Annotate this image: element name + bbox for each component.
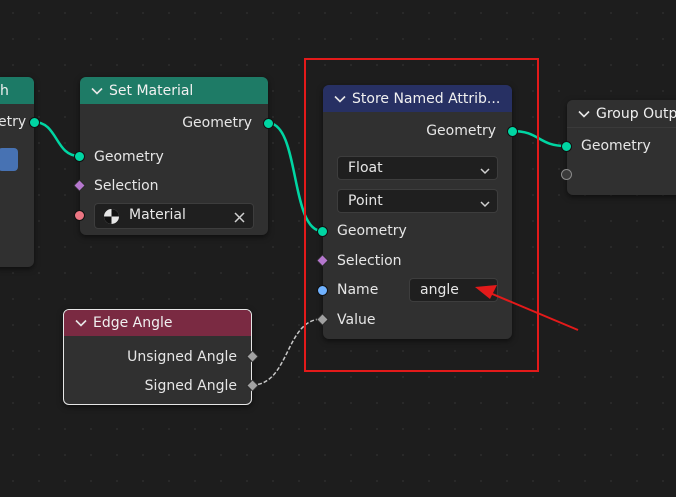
node-edge-angle-header[interactable]: Edge Angle — [64, 310, 251, 336]
set-material-material-input-socket[interactable] — [74, 210, 85, 221]
chevron-down-icon[interactable] — [74, 316, 88, 330]
group-output-input-geometry-label: Geometry — [581, 138, 651, 154]
chevron-down-icon[interactable] — [90, 84, 104, 98]
left-partial-blue-field[interactable] — [0, 148, 18, 171]
node-edge-angle[interactable]: Edge Angle Unsigned Angle Signed Angle — [63, 309, 259, 405]
set-material-input-selection-label: Selection — [94, 178, 159, 194]
material-field[interactable]: Material — [94, 203, 254, 229]
material-sphere-icon — [103, 208, 120, 232]
material-field-value: Material — [129, 207, 186, 223]
node-set-material-header[interactable]: Set Material — [80, 77, 268, 104]
edge-angle-unsigned-label: Unsigned Angle — [127, 349, 237, 365]
edge-angle-signed-label: Signed Angle — [144, 378, 237, 394]
close-icon[interactable] — [233, 209, 246, 231]
highlight-box — [304, 58, 539, 372]
node-set-material-title: Set Material — [109, 82, 194, 99]
chevron-down-icon[interactable] — [577, 107, 591, 121]
node-left-partial-header[interactable]: h — [0, 77, 34, 104]
node-edge-angle-title: Edge Angle — [93, 315, 173, 331]
node-set-material[interactable]: Set Material Geometry Geometry Selection… — [73, 77, 274, 235]
left-partial-geometry-output-socket[interactable] — [29, 117, 40, 128]
left-partial-output-label: etry — [0, 114, 27, 130]
node-group-output-header[interactable]: Group Outp — [567, 100, 676, 128]
set-material-input-geometry-label: Geometry — [94, 149, 164, 165]
node-group-output[interactable]: Group Outp Geometry — [561, 100, 676, 195]
group-output-geometry-input-socket[interactable] — [561, 141, 572, 152]
node-left-partial-title: h — [0, 82, 9, 99]
set-material-geometry-input-socket[interactable] — [74, 151, 85, 162]
set-material-output-geometry-label: Geometry — [182, 115, 252, 131]
node-left-partial[interactable]: h etry — [0, 77, 40, 267]
set-material-geometry-output-socket[interactable] — [263, 118, 274, 129]
group-output-empty-socket[interactable] — [561, 169, 572, 180]
node-group-output-title: Group Outp — [596, 105, 676, 122]
